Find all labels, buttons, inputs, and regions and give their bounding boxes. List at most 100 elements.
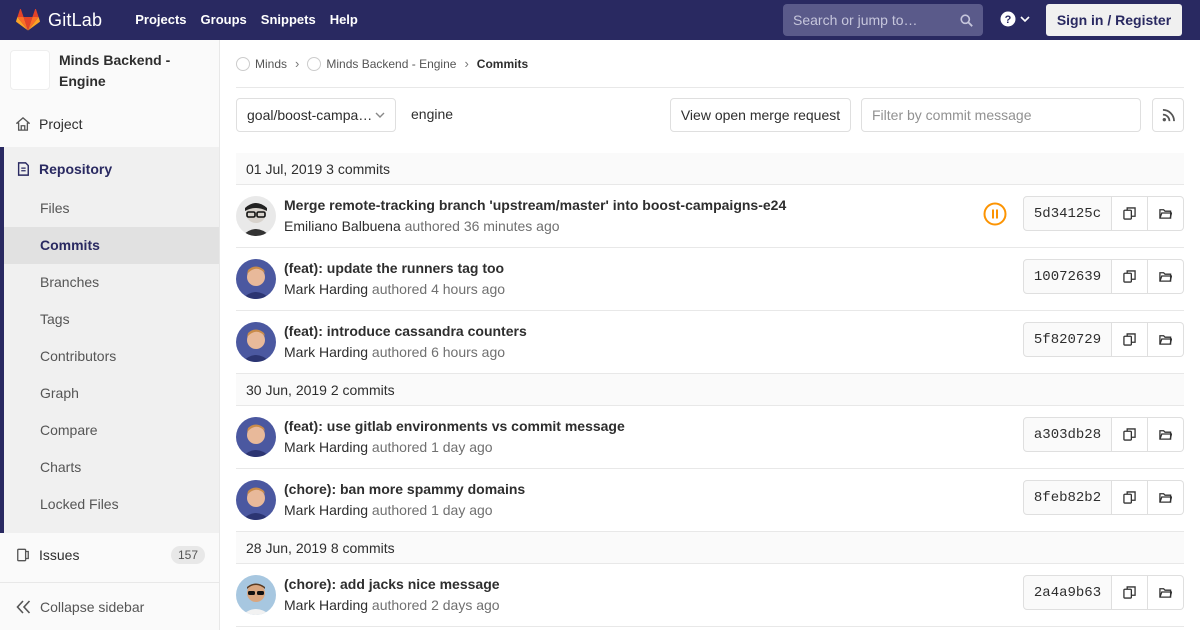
commit-meta: Mark Harding authored 6 hours ago xyxy=(284,344,505,360)
collapse-sidebar-label: Collapse sidebar xyxy=(40,598,145,615)
author-avatar[interactable] xyxy=(236,575,276,615)
commit-row: (chore): add jacks nice message Mark Hard… xyxy=(236,564,1184,627)
author-link[interactable]: Emiliano Balbuena xyxy=(284,218,401,234)
nav-groups[interactable]: Groups xyxy=(194,0,254,40)
commit-row: (feat): use gitlab environments vs commi… xyxy=(236,406,1184,469)
commit-title-link[interactable]: Merge remote-tracking branch 'upstream/m… xyxy=(284,197,786,213)
folder-open-icon xyxy=(1159,430,1172,440)
browse-files-button[interactable] xyxy=(1148,322,1184,357)
commit-meta: Emiliano Balbuena authored 36 minutes ag… xyxy=(284,218,560,234)
author-link[interactable]: Mark Harding xyxy=(284,502,368,518)
commit-day-header: 28 Jun, 2019 8 commits xyxy=(236,532,1184,564)
commit-time: 36 minutes ago xyxy=(463,218,560,234)
commit-sha-link[interactable]: 2a4a9b63 xyxy=(1023,575,1112,610)
sidebar-item-project[interactable]: Project xyxy=(0,105,219,142)
sidebar-subitem-files[interactable]: Files xyxy=(4,190,219,227)
breadcrumb-current[interactable]: Commits xyxy=(477,57,528,71)
browse-files-button[interactable] xyxy=(1148,575,1184,610)
copy-sha-button[interactable] xyxy=(1112,417,1148,452)
author-avatar[interactable] xyxy=(236,196,276,236)
commit-title-link[interactable]: (feat): update the runners tag too xyxy=(284,260,504,276)
commit-sha-link[interactable]: 5d34125c xyxy=(1023,196,1112,231)
copy-sha-button[interactable] xyxy=(1112,259,1148,294)
commit-title-link[interactable]: (feat): use gitlab environments vs commi… xyxy=(284,418,625,434)
browse-files-button[interactable] xyxy=(1148,417,1184,452)
collapse-sidebar-button[interactable]: Collapse sidebar xyxy=(0,582,219,630)
author-avatar[interactable] xyxy=(236,259,276,299)
nav-help[interactable]: Help xyxy=(323,0,365,40)
commit-meta: Mark Harding authored 1 day ago xyxy=(284,502,493,518)
top-navbar: GitLab Projects Groups Snippets Help Sea… xyxy=(0,0,1200,40)
commit-sha-link[interactable]: a303db28 xyxy=(1023,417,1112,452)
sidebar-subitem-tags[interactable]: Tags xyxy=(4,301,219,338)
breadcrumb: Minds › Minds Backend - Engine › Commits xyxy=(236,40,1184,88)
search-placeholder: Search or jump to… xyxy=(793,12,918,28)
commit-sha-link[interactable]: 5f820729 xyxy=(1023,322,1112,357)
browse-files-button[interactable] xyxy=(1148,196,1184,231)
author-link[interactable]: Mark Harding xyxy=(284,597,368,613)
commit-day-header: 01 Jul, 2019 3 commits xyxy=(236,153,1184,185)
commit-sha-group: 5f820729 xyxy=(1023,322,1184,357)
branch-selector[interactable]: goal/boost-campaigns-e24 xyxy=(236,98,396,132)
sign-in-button[interactable]: Sign in / Register xyxy=(1046,4,1182,36)
commit-verb: authored xyxy=(371,439,428,455)
path-label[interactable]: engine xyxy=(411,106,453,122)
sidebar-subitem-commits[interactable]: Commits xyxy=(4,227,219,264)
breadcrumb-project[interactable]: Minds Backend - Engine xyxy=(307,56,456,71)
sidebar-item-issues[interactable]: Issues 157 xyxy=(0,536,219,573)
folder-open-icon xyxy=(1159,272,1172,282)
commit-list: 01 Jul, 2019 3 commits Merge remote-track… xyxy=(236,153,1184,627)
commit-sha-link[interactable]: 8feb82b2 xyxy=(1023,480,1112,515)
global-search-input[interactable]: Search or jump to… xyxy=(783,4,983,36)
author-link[interactable]: Mark Harding xyxy=(284,344,368,360)
gitlab-home-link[interactable]: GitLab xyxy=(0,0,102,40)
view-merge-request-button[interactable]: View open merge request xyxy=(670,98,851,132)
sidebar-subitem-compare[interactable]: Compare xyxy=(4,412,219,449)
author-link[interactable]: Mark Harding xyxy=(284,281,368,297)
copy-sha-button[interactable] xyxy=(1112,480,1148,515)
sidebar-subitem-graph[interactable]: Graph xyxy=(4,375,219,412)
author-avatar[interactable] xyxy=(236,417,276,457)
project-avatar-small xyxy=(307,56,322,71)
commit-verb: authored xyxy=(371,597,428,613)
commit-sha-group: 2a4a9b63 xyxy=(1023,575,1184,610)
copy-sha-button[interactable] xyxy=(1112,575,1148,610)
commit-day-header: 30 Jun, 2019 2 commits xyxy=(236,374,1184,406)
author-link[interactable]: Mark Harding xyxy=(284,439,368,455)
breadcrumb-separator-icon: › xyxy=(295,56,300,71)
browse-files-button[interactable] xyxy=(1148,480,1184,515)
sidebar-subitem-branches[interactable]: Branches xyxy=(4,264,219,301)
commit-row: (feat): update the runners tag too Mark H… xyxy=(236,248,1184,311)
commit-sha-link[interactable]: 10072639 xyxy=(1023,259,1112,294)
sidebar-subitem-locked-files[interactable]: Locked Files xyxy=(4,486,219,523)
project-name: Minds Backend - Engine xyxy=(59,52,171,89)
commit-sha-group: 8feb82b2 xyxy=(1023,480,1184,515)
nav-snippets[interactable]: Snippets xyxy=(254,0,323,40)
copy-icon xyxy=(1123,333,1136,346)
browse-files-button[interactable] xyxy=(1148,259,1184,294)
commit-title-link[interactable]: (feat): introduce cassandra counters xyxy=(284,323,527,339)
issues-count-badge: 157 xyxy=(170,545,205,564)
copy-sha-button[interactable] xyxy=(1112,196,1148,231)
help-dropdown[interactable]: ? xyxy=(1000,11,1030,27)
chevron-down-icon xyxy=(1020,16,1030,23)
folder-open-icon xyxy=(1159,493,1172,503)
commit-filter-input[interactable] xyxy=(861,98,1141,132)
sidebar-item-repository[interactable]: Repository xyxy=(4,147,219,190)
commit-sha-group: a303db28 xyxy=(1023,417,1184,452)
project-sidebar: Minds Backend - Engine Project Repositor… xyxy=(0,40,220,630)
rss-feed-button[interactable] xyxy=(1152,98,1184,132)
commit-title-link[interactable]: (chore): add jacks nice message xyxy=(284,576,500,592)
nav-projects[interactable]: Projects xyxy=(128,0,193,40)
nav-links: Projects Groups Snippets Help xyxy=(128,0,365,40)
copy-sha-button[interactable] xyxy=(1112,322,1148,357)
author-avatar[interactable] xyxy=(236,322,276,362)
sidebar-repository-section: Repository Files Commits Branches Tags C… xyxy=(0,147,219,533)
commit-title-link[interactable]: (chore): ban more spammy domains xyxy=(284,481,525,497)
author-avatar[interactable] xyxy=(236,480,276,520)
breadcrumb-group[interactable]: Minds xyxy=(236,56,287,71)
search-icon xyxy=(960,13,973,27)
pipeline-paused-icon[interactable] xyxy=(983,202,1007,226)
sidebar-subitem-charts[interactable]: Charts xyxy=(4,449,219,486)
sidebar-subitem-contributors[interactable]: Contributors xyxy=(4,338,219,375)
